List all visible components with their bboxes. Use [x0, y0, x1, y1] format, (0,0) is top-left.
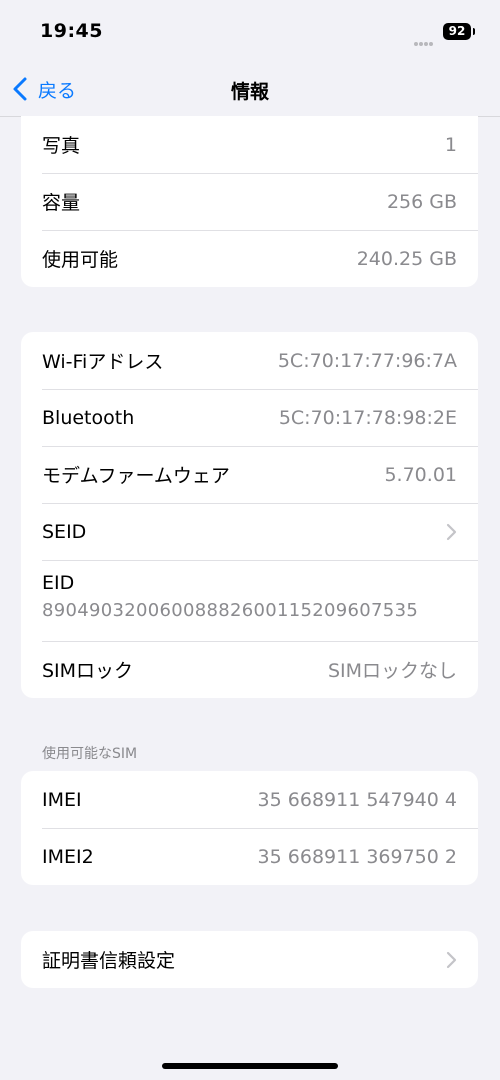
wifi-address-value: 5C:70:17:77:96:7A: [277, 349, 457, 372]
status-bar: 19:45 92: [0, 0, 500, 60]
signal-icon: [414, 31, 434, 50]
home-indicator[interactable]: [162, 1063, 338, 1069]
bluetooth-label: Bluetooth: [42, 406, 135, 429]
storage-group: 写真 1 容量 256 GB 使用可能 240.25 GB: [21, 116, 478, 287]
imei2-value: 35 668911 369750 2: [257, 845, 457, 868]
row-photos: 写真 1: [21, 116, 478, 173]
sim-lock-value: SIMロックなし: [327, 660, 457, 682]
row-eid: EID 89049032006008882600115209607535: [21, 560, 478, 641]
eid-label: EID: [42, 572, 75, 594]
sim-lock-label: SIMロック: [42, 660, 134, 682]
capacity-value: 256 GB: [386, 190, 457, 213]
row-sim-lock: SIMロック SIMロックなし: [21, 641, 478, 698]
eid-value: 89049032006008882600115209607535: [42, 600, 419, 621]
page-title: 情報: [230, 81, 269, 103]
chevron-right-icon: [446, 523, 457, 540]
network-group: Wi-Fiアドレス 5C:70:17:77:96:7A Bluetooth 5C…: [21, 332, 478, 698]
chevron-right-icon: [446, 951, 457, 968]
modem-firmware-value: 5.70.01: [384, 463, 457, 486]
available-value: 240.25 GB: [356, 247, 457, 270]
row-imei: IMEI 35 668911 547940 4: [21, 771, 478, 828]
modem-firmware-label: モデムファームウェア: [42, 465, 230, 487]
seid-label: SEID: [42, 520, 87, 543]
photos-value: 1: [444, 133, 457, 156]
certificate-trust-label: 証明書信頼設定: [42, 950, 176, 972]
row-available: 使用可能 240.25 GB: [21, 230, 478, 287]
row-wifi-address: Wi-Fiアドレス 5C:70:17:77:96:7A: [21, 332, 478, 389]
certificates-group: 証明書信頼設定: [21, 931, 478, 988]
row-capacity: 容量 256 GB: [21, 173, 478, 230]
battery-icon: 92: [443, 23, 475, 40]
photos-label: 写真: [42, 135, 81, 157]
nav-bar: 戻る 情報: [0, 60, 500, 117]
imei-value: 35 668911 547940 4: [257, 788, 457, 811]
status-time: 19:45: [40, 20, 103, 42]
sim-group: IMEI 35 668911 547940 4 IMEI2 35 668911 …: [21, 771, 478, 885]
imei-label: IMEI: [42, 788, 82, 811]
row-bluetooth: Bluetooth 5C:70:17:78:98:2E: [21, 389, 478, 446]
row-imei2: IMEI2 35 668911 369750 2: [21, 828, 478, 885]
bluetooth-value: 5C:70:17:78:98:2E: [278, 406, 457, 429]
row-seid[interactable]: SEID: [21, 503, 478, 560]
capacity-label: 容量: [42, 192, 81, 214]
available-label: 使用可能: [42, 249, 119, 271]
row-certificate-trust-settings[interactable]: 証明書信頼設定: [21, 931, 478, 988]
sim-section-header: 使用可能なSIM: [42, 746, 138, 762]
wifi-address-label: Wi-Fiアドレス: [42, 351, 164, 373]
row-modem-firmware: モデムファームウェア 5.70.01: [21, 446, 478, 503]
imei2-label: IMEI2: [42, 845, 94, 868]
